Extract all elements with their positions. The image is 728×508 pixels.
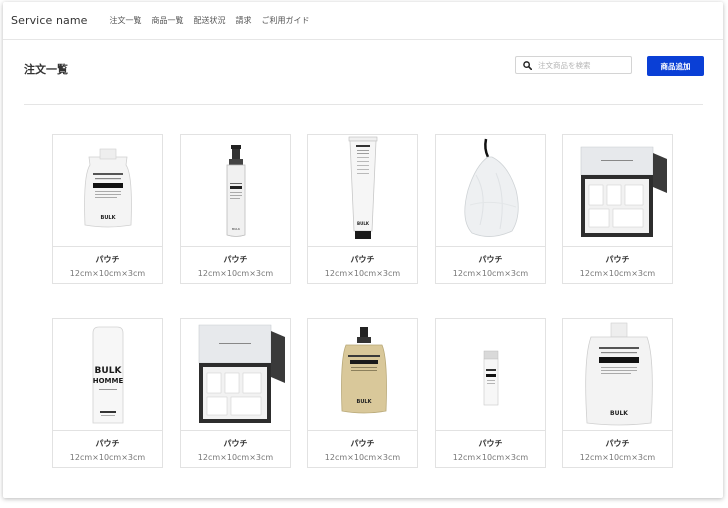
product-image-pouch-large: BULK <box>563 319 672 431</box>
nav-guide[interactable]: ご利用ガイド <box>262 15 310 26</box>
brand-wordmark: BULK <box>610 410 628 417</box>
search-box[interactable] <box>515 56 632 74</box>
product-image-foaming-net <box>436 135 545 247</box>
product-card[interactable]: パウチ 12cm×10cm×3cm <box>562 134 673 284</box>
product-image-pouch: BULK <box>53 135 162 247</box>
page-header: 注文一覧 商品追加 <box>3 40 723 104</box>
brand-wordmark: HOMME <box>93 377 124 385</box>
product-size: 12cm×10cm×3cm <box>197 269 274 278</box>
nav-billing[interactable]: 請求 <box>236 15 252 26</box>
product-card[interactable]: パウチ 12cm×10cm×3cm <box>435 318 546 468</box>
product-image-pump-bottle: BULK <box>181 135 290 247</box>
top-navigation-bar: Service name 注文一覧 商品一覧 配送状況 請求 ご利用ガイド <box>3 2 723 40</box>
product-size: 12cm×10cm×3cm <box>69 269 146 278</box>
product-name: パウチ <box>478 439 503 448</box>
product-size: 12cm×10cm×3cm <box>197 453 274 462</box>
product-name: パウチ <box>605 439 630 448</box>
product-size: 12cm×10cm×3cm <box>579 269 656 278</box>
product-card[interactable]: BULK パウチ 12cm×10cm×3cm <box>180 134 291 284</box>
product-card[interactable]: BULK パウチ 12cm×10cm×3cm <box>307 318 418 468</box>
product-card[interactable]: BULK パウチ 12cm×10cm×3cm <box>562 318 673 468</box>
main-nav: 注文一覧 商品一覧 配送状況 請求 ご利用ガイド <box>110 15 310 26</box>
product-image-gift-box <box>181 319 290 431</box>
brand-wordmark: BULK <box>357 399 373 405</box>
product-name: パウチ <box>223 255 248 264</box>
product-card[interactable]: BULK パウチ 12cm×10cm×3cm <box>52 134 163 284</box>
product-card[interactable]: パウチ 12cm×10cm×3cm <box>435 134 546 284</box>
product-name: パウチ <box>95 255 120 264</box>
nav-orders[interactable]: 注文一覧 <box>110 15 142 26</box>
header-divider <box>24 104 703 105</box>
search-icon[interactable] <box>516 57 538 73</box>
product-image-pouch-gold: BULK <box>308 319 417 431</box>
service-name-logo[interactable]: Service name <box>11 14 88 27</box>
nav-shipping[interactable]: 配送状況 <box>194 15 226 26</box>
product-size: 12cm×10cm×3cm <box>452 269 529 278</box>
product-size: 12cm×10cm×3cm <box>69 453 146 462</box>
add-product-button[interactable]: 商品追加 <box>647 56 704 76</box>
product-card[interactable]: パウチ 12cm×10cm×3cm <box>180 318 291 468</box>
product-size: 12cm×10cm×3cm <box>452 453 529 462</box>
brand-wordmark: BULK <box>357 221 370 226</box>
product-size: 12cm×10cm×3cm <box>579 453 656 462</box>
brand-wordmark: BULK <box>232 227 241 231</box>
product-name: パウチ <box>478 255 503 264</box>
app-window: Service name 注文一覧 商品一覧 配送状況 請求 ご利用ガイド 注文… <box>3 2 723 498</box>
product-image-tube: BULK <box>308 135 417 247</box>
product-card[interactable]: BULK HOMME パウチ 12cm×10cm×3cm <box>52 318 163 468</box>
brand-wordmark: BULK <box>101 215 117 221</box>
product-name: パウチ <box>350 255 375 264</box>
product-name: パウチ <box>605 255 630 264</box>
product-size: 12cm×10cm×3cm <box>324 269 401 278</box>
page-title: 注文一覧 <box>24 63 68 76</box>
product-name: パウチ <box>95 439 120 448</box>
product-image-gift-box <box>563 135 672 247</box>
product-image-small-stick <box>436 319 545 431</box>
product-card[interactable]: BULK パウチ 12cm×10cm×3cm <box>307 134 418 284</box>
product-image-bulk-homme-bottle: BULK HOMME <box>53 319 162 431</box>
product-name: パウチ <box>350 439 375 448</box>
search-input[interactable] <box>538 60 626 70</box>
brand-wordmark: BULK <box>95 366 123 376</box>
product-name: パウチ <box>223 439 248 448</box>
product-size: 12cm×10cm×3cm <box>324 453 401 462</box>
nav-products[interactable]: 商品一覧 <box>152 15 184 26</box>
